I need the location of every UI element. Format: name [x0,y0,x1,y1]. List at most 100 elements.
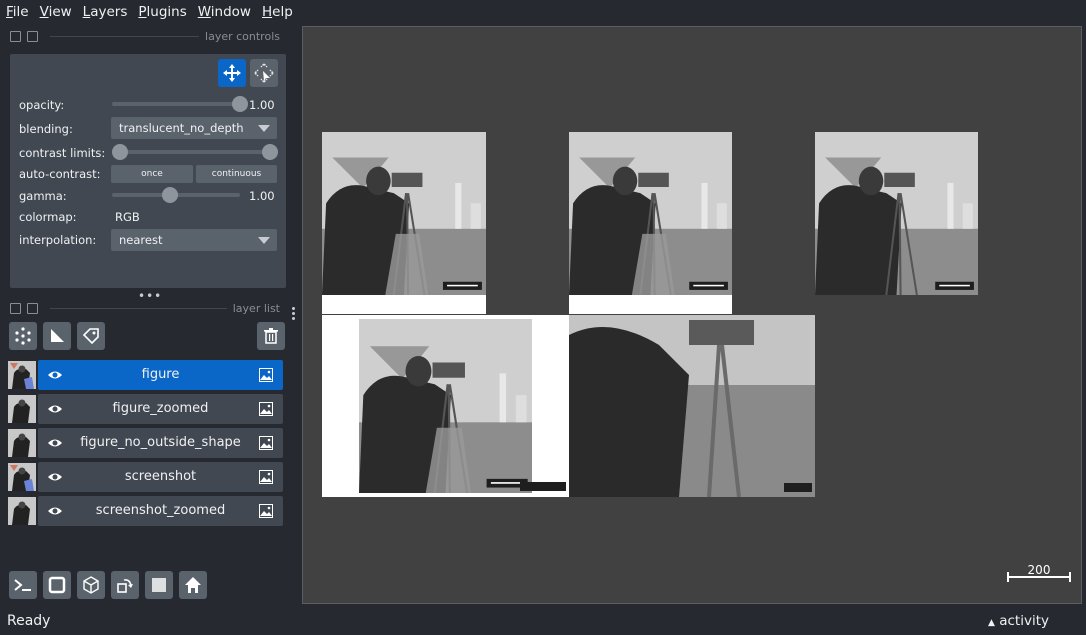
gamma-value: 1.00 [249,189,275,203]
viewer-canvas[interactable] [302,26,1082,604]
blending-dropdown[interactable]: translucent_no_depth [111,117,277,139]
trash-icon [264,328,278,344]
contrast-max-handle[interactable] [262,144,278,160]
image-layer-icon [259,504,273,518]
terminal-icon [14,579,31,591]
menu-window[interactable]: Window [192,0,256,24]
scale-bar: 200 [1007,563,1071,582]
float-dock-icon[interactable] [27,302,38,314]
menu-plugins[interactable]: Plugins [132,0,191,24]
layer-row[interactable]: screenshot [8,462,283,492]
console-button[interactable] [9,571,37,599]
opacity-slider-handle[interactable] [232,96,248,112]
image-layer-icon [259,402,273,416]
layer-item[interactable]: figure_zoomed [38,394,283,424]
pan-zoom-mode-button[interactable] [218,59,246,87]
opacity-slider[interactable] [112,102,240,106]
auto-contrast-continuous-button[interactable]: continuous [196,165,277,183]
layer-thumbnail [8,429,36,457]
layer-item[interactable]: screenshot [38,462,283,492]
image-layer-icon [259,368,273,382]
figure-image-1 [322,132,486,314]
menu-file[interactable]: File [0,0,34,24]
layer-thumbnail [8,361,36,389]
gamma-slider-handle[interactable] [161,187,178,203]
activity-button[interactable]: ▲ activity [988,613,1049,629]
blending-label: blending: [19,122,73,136]
eye-icon[interactable] [47,436,63,450]
float-dock-icon[interactable] [27,30,38,42]
layer-row[interactable]: figure [8,360,283,390]
activity-label: activity [999,613,1049,629]
dock-resize-handle[interactable] [292,305,298,322]
title-divider [50,307,227,309]
contrast-limits-label: contrast limits: [19,146,106,160]
layer-thumbnail [8,463,36,491]
toggle-ndisplay-button[interactable] [43,571,71,599]
close-dock-icon[interactable] [10,30,21,42]
contrast-min-handle[interactable] [112,144,128,160]
home-icon [185,577,201,593]
menu-help[interactable]: Help [256,0,298,24]
move-arrows-icon [223,64,241,82]
layer-item[interactable]: figure [38,360,283,390]
layer-name[interactable]: figure_no_outside_shape [68,428,253,458]
shapes-icon [51,329,64,342]
layer-row[interactable]: figure_no_outside_shape [8,428,283,458]
delete-layer-button[interactable] [257,322,285,350]
status-text: Ready [7,613,51,629]
eye-icon[interactable] [47,402,63,416]
chevron-up-icon: ▲ [988,618,995,628]
new-shapes-layer-button[interactable] [43,322,71,350]
figure-image-4 [322,315,569,497]
chevron-down-icon [258,125,270,132]
roll-dims-button[interactable] [111,571,139,599]
transform-select-icon [254,63,274,83]
menu-view[interactable]: View [34,0,77,24]
layer-name[interactable]: figure [68,360,253,390]
layer-name[interactable]: figure_zoomed [68,394,253,424]
auto-contrast-label: auto-contrast: [19,167,101,181]
layer-list-title-bar: layer list [10,301,280,315]
interpolation-value: nearest [119,233,163,247]
eye-icon[interactable] [47,504,63,518]
eye-icon[interactable] [47,368,63,382]
menu-bar: File View Layers Plugins Window Help [0,0,1086,24]
gamma-label: gamma: [19,189,67,203]
square-icon [48,576,66,594]
layer-controls-title-bar: layer controls [10,29,280,43]
3d-view-button[interactable] [77,571,105,599]
menu-layers[interactable]: Layers [77,0,133,24]
layer-controls-title: layer controls [205,29,280,43]
points-icon [15,327,31,345]
interpolation-dropdown[interactable]: nearest [111,229,277,251]
layer-item[interactable]: figure_no_outside_shape [38,428,283,458]
reset-view-button[interactable] [179,571,207,599]
new-points-layer-button[interactable] [9,322,37,350]
new-labels-layer-button[interactable] [77,322,105,350]
layer-row[interactable]: screenshot_zoomed [8,496,283,526]
opacity-value: 1.00 [249,98,275,112]
figure-image-2 [569,132,732,314]
opacity-label: opacity: [19,98,65,112]
rotate-icon [117,579,133,593]
transform-mode-button[interactable] [250,59,278,87]
grid-view-button[interactable] [145,571,173,599]
layer-item[interactable]: screenshot_zoomed [38,496,283,526]
auto-contrast-once-button[interactable]: once [111,165,193,183]
layer-thumbnail [8,395,36,423]
eye-icon[interactable] [47,470,63,484]
image-layer-icon [259,436,273,450]
layer-list-title: layer list [232,301,280,315]
screenshot-zoomed-image [569,315,815,497]
image-layer-icon [259,470,273,484]
layer-thumbnail [8,497,36,525]
close-dock-icon[interactable] [10,302,21,314]
chevron-down-icon [258,237,270,244]
layer-name[interactable]: screenshot_zoomed [68,496,253,526]
layer-row[interactable]: figure_zoomed [8,394,283,424]
layer-name[interactable]: screenshot [68,462,253,492]
tag-icon [82,328,99,345]
colormap-value: RGB [115,210,140,224]
contrast-limits-slider[interactable] [120,150,270,154]
